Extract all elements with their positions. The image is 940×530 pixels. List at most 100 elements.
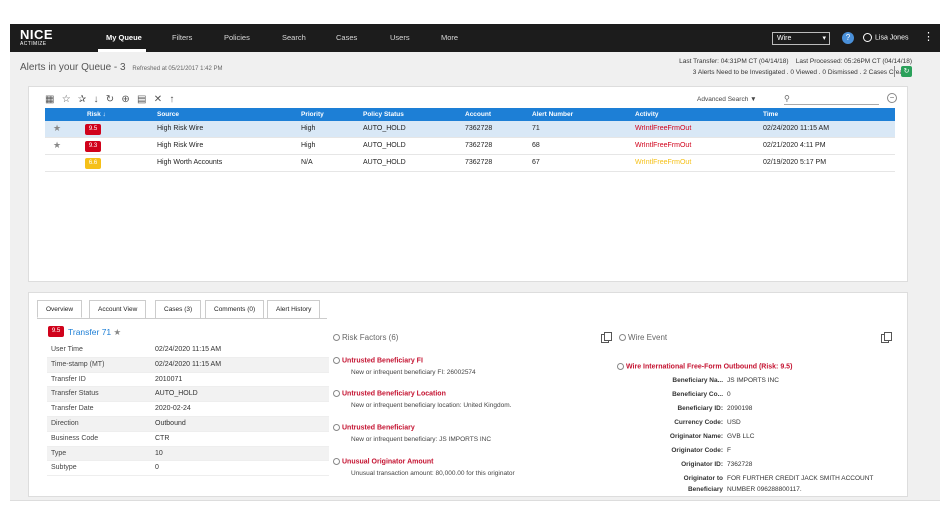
detail-key: Direction xyxy=(51,419,79,427)
policy-status-cell: AUTO_HOLD xyxy=(363,142,406,149)
risk-factor-title-text: Untrusted Beneficiary xyxy=(342,424,415,432)
detail-key: Transfer Date xyxy=(51,405,94,413)
col-activity[interactable]: Activity xyxy=(635,111,658,118)
wire-event-header[interactable]: Wire Event xyxy=(619,333,667,342)
tab-overview[interactable]: Overview xyxy=(37,300,83,318)
refresh-icon[interactable]: ↻ xyxy=(901,66,912,77)
copy-icon[interactable] xyxy=(881,332,892,343)
risk-factor-title-text: Unusual Originator Amount xyxy=(342,458,434,466)
account-cell: 7362728 xyxy=(465,142,493,149)
star-icon[interactable]: ★ xyxy=(53,140,61,151)
queue-header: Alerts in your Queue - 3 Refreshed at 05… xyxy=(20,62,222,73)
comment-icon[interactable]: ▤ xyxy=(137,94,146,106)
nav-search[interactable]: Search xyxy=(282,33,306,42)
nav-filters[interactable]: Filters xyxy=(172,33,192,42)
chevron-down-icon: ▾ xyxy=(822,35,826,42)
star-outline-icon[interactable]: ☆ xyxy=(62,94,71,106)
col-time[interactable]: Time xyxy=(763,111,778,118)
col-alert-number[interactable]: Alert Number xyxy=(532,111,573,118)
risk-factor-title[interactable]: Unusual Originator Amount xyxy=(333,458,593,465)
table-row[interactable]: 6.6 High Worth Accounts N/A AUTO_HOLD 736272… xyxy=(45,155,895,172)
detail-key: Time-stamp (MT) xyxy=(51,360,105,368)
policy-status-cell: AUTO_HOLD xyxy=(363,159,406,166)
nav-policies[interactable]: Policies xyxy=(224,33,250,42)
nav-users[interactable]: Users xyxy=(390,33,410,42)
user-menu[interactable]: Lisa Jones xyxy=(863,33,908,42)
queue-summary: 3 Alerts Need to be Investigated . 0 Vie… xyxy=(692,69,912,76)
detail-value: AUTO_HOLD xyxy=(155,390,198,398)
star-add-icon[interactable]: ✰ xyxy=(78,94,86,106)
wire-event-value: GVB LLC xyxy=(727,433,755,440)
wire-event-key: Originator ID: xyxy=(681,461,723,468)
add-circle-icon[interactable]: ⊕ xyxy=(121,94,129,106)
risk-factor-title[interactable]: Untrusted Beneficiary Location xyxy=(333,390,593,397)
col-risk[interactable]: Risk ↓ xyxy=(87,111,106,118)
risk-factors-header[interactable]: Risk Factors (6) xyxy=(333,333,398,342)
transfer-title[interactable]: Transfer 71 xyxy=(68,327,111,337)
advanced-search-link[interactable]: Advanced Search ▼ xyxy=(697,96,757,103)
detail-row: Time-stamp (MT) 02/24/2020 11:15 AM xyxy=(47,357,329,373)
risk-factor-item: Untrusted Beneficiary Location New or inf… xyxy=(333,390,593,409)
col-priority[interactable]: Priority xyxy=(301,111,324,118)
risk-factor-desc: New or infrequent beneficiary FI: 260025… xyxy=(351,369,476,377)
detail-value: 10 xyxy=(155,449,163,457)
risk-factor-title[interactable]: Untrusted Beneficiary FI xyxy=(333,357,593,364)
detail-value: 0 xyxy=(155,464,159,472)
wire-event-key: Beneficiary ID: xyxy=(677,405,723,412)
tab-account-view[interactable]: Account View xyxy=(89,300,147,318)
collapse-icon[interactable]: − xyxy=(887,93,897,103)
collapse-circle-icon xyxy=(617,363,624,370)
risk-factor-desc: Unusual transaction amount: 80,000.00 fo… xyxy=(351,470,515,478)
top-nav-bar: NICE ACTIMIZE My Queue Filters Policies … xyxy=(10,24,940,52)
table-row[interactable]: ★ 9.5 High Risk Wire High AUTO_HOLD 7362728 71… xyxy=(45,121,895,138)
grid-view-icon[interactable]: ▦ xyxy=(45,94,54,106)
business-unit-dropdown[interactable]: Wire ▾ xyxy=(772,32,830,45)
reassign-icon[interactable]: ↻ xyxy=(106,94,114,106)
copy-icon[interactable] xyxy=(601,332,612,343)
table-header: Risk ↓ Source Priority Policy Status Acc… xyxy=(45,108,895,121)
priority-cell: High xyxy=(301,142,316,149)
tab-alert-history[interactable]: Alert History xyxy=(267,300,321,318)
close-icon[interactable]: ✕ xyxy=(154,94,162,106)
detail-value: CTR xyxy=(155,434,170,442)
transfer-heading: 9.5 Transfer 71 ★ xyxy=(48,326,122,338)
alerts-table: Risk ↓ Source Priority Policy Status Acc… xyxy=(45,108,895,172)
help-icon[interactable]: ? xyxy=(842,32,854,44)
col-account[interactable]: Account xyxy=(465,111,491,118)
more-options-icon[interactable]: ⋮ xyxy=(923,30,934,43)
arrow-up-icon[interactable]: ↑ xyxy=(169,94,174,106)
priority-cell: High xyxy=(301,125,316,132)
account-cell: 7362728 xyxy=(465,159,493,166)
table-row[interactable]: ★ 9.3 High Risk Wire High AUTO_HOLD 7362728 68… xyxy=(45,138,895,155)
star-icon[interactable]: ★ xyxy=(53,123,61,134)
wire-event-value: 2090198 xyxy=(727,405,753,412)
detail-key: Business Code xyxy=(51,434,99,442)
collapse-circle-icon xyxy=(333,357,340,364)
nice-logo[interactable]: NICE ACTIMIZE xyxy=(20,28,53,47)
detail-row: Business Code CTR xyxy=(47,432,329,447)
col-risk-label: Risk xyxy=(87,111,101,118)
activity-link[interactable]: WrIntlFreeFrmOut xyxy=(635,142,691,149)
nav-more[interactable]: More xyxy=(441,33,458,42)
nav-my-queue[interactable]: My Queue xyxy=(106,33,142,42)
risk-factor-desc: New or infrequent beneficiary: JS IMPORT… xyxy=(351,436,492,444)
star-icon[interactable]: ★ xyxy=(114,327,122,337)
policy-status-cell: AUTO_HOLD xyxy=(363,125,406,132)
activity-link[interactable]: WrIntlFreeFrmOut xyxy=(635,159,691,166)
detail-value: 2020-02-24 xyxy=(155,405,191,413)
activity-link[interactable]: WrIntlFreeFrmOut xyxy=(635,125,691,132)
tab-cases[interactable]: Cases (3) xyxy=(155,300,202,318)
time-cell: 02/19/2020 5:17 PM xyxy=(763,159,827,166)
nav-cases[interactable]: Cases xyxy=(336,33,357,42)
wire-event-key: Originator Code: xyxy=(671,447,723,454)
search-input[interactable]: ⚲ xyxy=(784,94,879,105)
col-source[interactable]: Source xyxy=(157,111,179,118)
tab-comments[interactable]: Comments (0) xyxy=(205,300,265,318)
risk-factor-item: Untrusted Beneficiary New or infrequent b… xyxy=(333,424,593,443)
col-policy-status[interactable]: Policy Status xyxy=(363,111,404,118)
alert-number-cell: 71 xyxy=(532,125,540,132)
risk-factor-title[interactable]: Untrusted Beneficiary xyxy=(333,424,593,431)
detail-key: Transfer Status xyxy=(51,390,99,398)
detail-value: Outbound xyxy=(155,419,186,427)
arrow-down-icon[interactable]: ↓ xyxy=(94,94,99,106)
